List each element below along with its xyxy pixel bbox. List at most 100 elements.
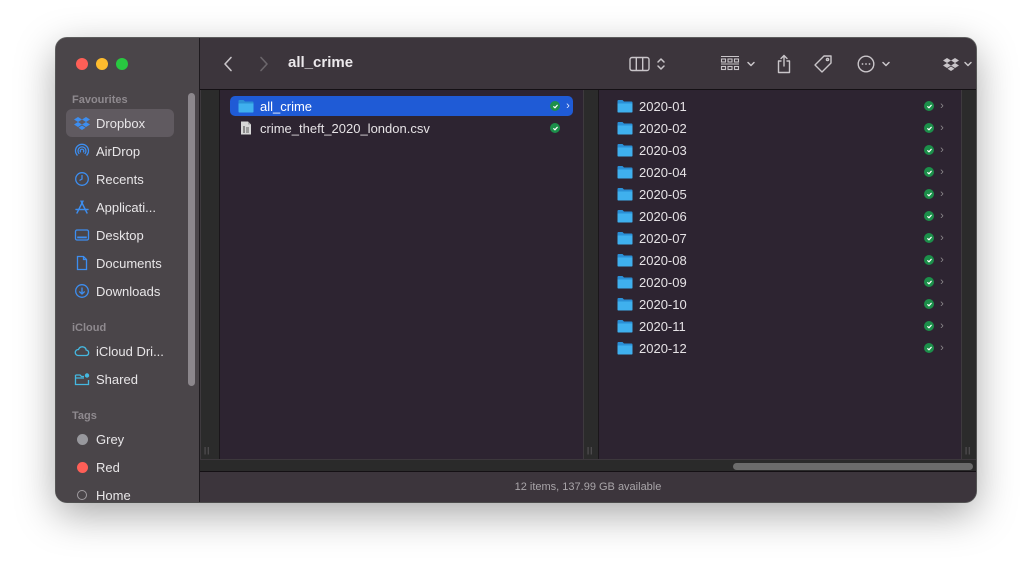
sidebar-item-label: Home — [96, 487, 131, 503]
chevron-right-icon: › — [940, 320, 944, 332]
folder-row[interactable]: 2020-08 › — [609, 250, 947, 270]
sidebar-section-tags: Tags — [72, 410, 97, 422]
sync-status-icon — [924, 101, 934, 111]
sync-status-icon — [924, 189, 934, 199]
column-resize-gutter[interactable]: || — [961, 90, 976, 459]
sidebar-item-recents[interactable]: Recents — [66, 165, 174, 193]
chevron-down-icon — [882, 61, 890, 67]
sidebar-item-label: Recents — [96, 171, 144, 187]
column-resize-gutter[interactable]: || — [200, 90, 220, 459]
sync-status-icon — [924, 343, 934, 353]
download-icon — [74, 283, 90, 299]
sync-status-icon — [924, 299, 934, 309]
sidebar-section-icloud: iCloud — [72, 322, 107, 334]
group-button[interactable] — [718, 52, 758, 76]
sidebar-item-documents[interactable]: Documents — [66, 249, 174, 277]
item-name: 2020-02 — [639, 120, 687, 136]
sync-status-icon — [550, 123, 560, 133]
sidebar-item-applications[interactable]: Applicati... — [66, 193, 174, 221]
resize-handle-icon: || — [965, 446, 972, 455]
forward-button[interactable] — [256, 52, 272, 76]
chevron-down-icon — [964, 61, 972, 67]
resize-handle-icon: || — [587, 446, 594, 455]
sidebar-item-airdrop[interactable]: AirDrop — [66, 137, 174, 165]
sidebar-item-label: Shared — [96, 371, 138, 387]
more-actions-button[interactable] — [856, 52, 892, 76]
folder-row[interactable]: all_crime › — [230, 96, 573, 116]
folder-row[interactable]: 2020-10 › — [609, 294, 947, 314]
sync-status-icon — [924, 167, 934, 177]
sync-status-icon — [550, 101, 560, 111]
finder-window: Favourites Dropbox AirDrop Recents Appli… — [56, 38, 976, 502]
folder-row[interactable]: 2020-05 › — [609, 184, 947, 204]
folder-row[interactable]: 2020-01 › — [609, 96, 947, 116]
sidebar-item-dropbox[interactable]: Dropbox — [66, 109, 174, 137]
chevron-right-icon: › — [940, 342, 944, 354]
chevron-right-icon: › — [566, 100, 570, 112]
folder-icon — [617, 319, 633, 333]
horizontal-scrollbar-thumb[interactable] — [733, 463, 973, 470]
sidebar-item-label: Applicati... — [96, 199, 156, 215]
cloud-icon — [74, 343, 90, 359]
column-1: 2020-01 › 2020-02 › 2020-03 › 2020-04 › 2020-05 ›… — [599, 90, 961, 459]
sync-status-icon — [924, 145, 934, 155]
folder-row[interactable]: 2020-09 › — [609, 272, 947, 292]
folder-icon — [238, 99, 254, 113]
sidebar-item-tag-red[interactable]: Red — [66, 453, 174, 481]
sidebar-item-tag-grey[interactable]: Grey — [66, 425, 174, 453]
item-name: 2020-03 — [639, 142, 687, 158]
folder-icon — [617, 275, 633, 289]
chevron-down-icon — [747, 61, 755, 67]
item-name: 2020-10 — [639, 296, 687, 312]
sidebar-item-desktop[interactable]: Desktop — [66, 221, 174, 249]
file-row[interactable]: crime_theft_2020_london.csv — [230, 118, 573, 138]
view-mode-button[interactable] — [626, 52, 670, 76]
horizontal-scrollbar[interactable] — [200, 459, 976, 471]
column-resize-gutter[interactable]: || — [583, 90, 599, 459]
sidebar-item-tag-home[interactable]: Home — [66, 481, 174, 502]
share-button[interactable] — [774, 52, 794, 76]
folder-row[interactable]: 2020-02 › — [609, 118, 947, 138]
zoom-button[interactable] — [116, 58, 128, 70]
item-name: 2020-08 — [639, 252, 687, 268]
sidebar-item-label: iCloud Dri... — [96, 343, 164, 359]
sidebar: Favourites Dropbox AirDrop Recents Appli… — [56, 38, 200, 502]
sidebar-item-label: Desktop — [96, 227, 144, 243]
item-name: crime_theft_2020_london.csv — [260, 120, 430, 136]
folder-icon — [617, 209, 633, 223]
csv-file-icon — [238, 121, 254, 135]
home-tag-icon — [74, 487, 90, 502]
folder-row[interactable]: 2020-03 › — [609, 140, 947, 160]
red-tag-icon — [74, 459, 90, 475]
sidebar-item-icloud-drive[interactable]: iCloud Dri... — [66, 337, 174, 365]
sidebar-item-shared[interactable]: Shared — [66, 365, 174, 393]
folder-row[interactable]: 2020-11 › — [609, 316, 947, 336]
traffic-lights — [76, 58, 128, 70]
chevron-right-icon: › — [940, 100, 944, 112]
tags-button[interactable] — [812, 52, 834, 76]
chevron-right-icon: › — [940, 276, 944, 288]
item-name: all_crime — [260, 98, 313, 114]
sidebar-scrollbar[interactable] — [188, 93, 195, 386]
minimize-button[interactable] — [96, 58, 108, 70]
sidebar-section-favourites: Favourites — [72, 94, 128, 106]
folder-row[interactable]: 2020-06 › — [609, 206, 947, 226]
folder-row[interactable]: 2020-12 › — [609, 338, 947, 358]
folder-icon — [617, 99, 633, 113]
folder-row[interactable]: 2020-07 › — [609, 228, 947, 248]
folder-icon — [617, 187, 633, 201]
dropbox-menu-button[interactable] — [942, 52, 974, 76]
dropbox-icon — [943, 58, 959, 71]
close-button[interactable] — [76, 58, 88, 70]
applications-icon — [74, 199, 90, 215]
folder-row[interactable]: 2020-04 › — [609, 162, 947, 182]
back-button[interactable] — [220, 52, 236, 76]
sync-status-icon — [924, 255, 934, 265]
resize-handle-icon: || — [204, 446, 211, 455]
clock-icon — [74, 171, 90, 187]
sidebar-item-label: Documents — [96, 255, 162, 271]
item-name: 2020-06 — [639, 208, 687, 224]
sidebar-item-label: AirDrop — [96, 143, 141, 159]
folder-icon — [617, 341, 633, 355]
sidebar-item-downloads[interactable]: Downloads — [66, 277, 174, 305]
